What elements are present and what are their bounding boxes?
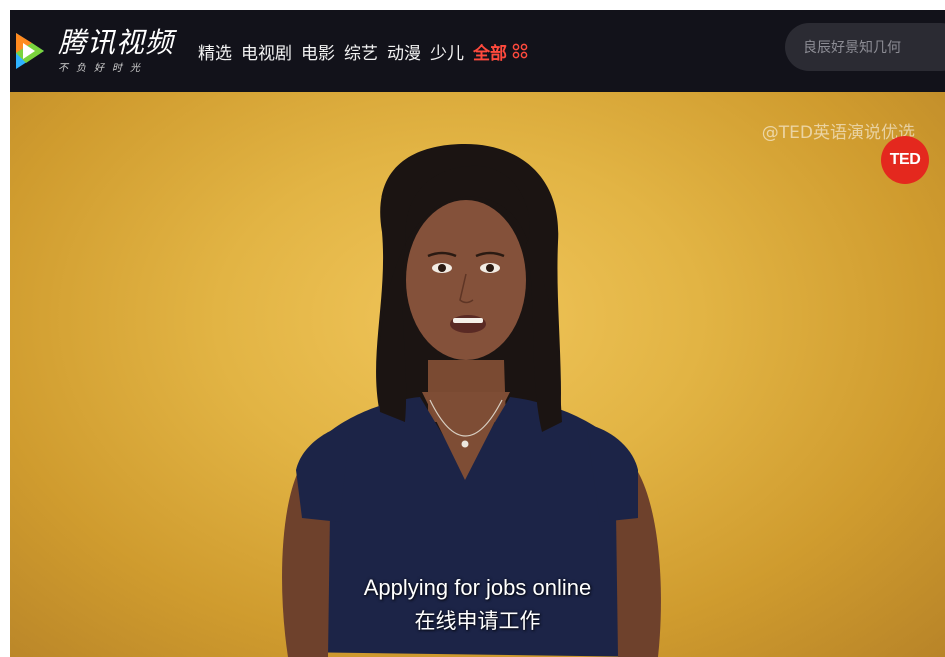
video-player[interactable]: @TED英语演说优选 TED Applying for jobs online … bbox=[10, 92, 945, 657]
logo[interactable]: 腾讯视频 不负好时光 bbox=[10, 10, 174, 92]
nav-item-kids[interactable]: 少儿 bbox=[430, 39, 464, 64]
top-nav-bar: 腾讯视频 不负好时光 精选 电视剧 电影 综艺 动漫 少儿 全部 良辰好景知几何 bbox=[10, 10, 945, 92]
nav-item-variety[interactable]: 综艺 bbox=[344, 39, 378, 64]
app-window: 腾讯视频 不负好时光 精选 电视剧 电影 综艺 动漫 少儿 全部 良辰好景知几何 bbox=[10, 10, 945, 657]
grid-dots-icon[interactable] bbox=[512, 43, 528, 59]
nav-item-anime[interactable]: 动漫 bbox=[387, 39, 421, 64]
subtitle-chinese: 在线申请工作 bbox=[414, 609, 541, 633]
speaker-video-frame bbox=[282, 144, 661, 657]
nav-item-featured[interactable]: 精选 bbox=[198, 39, 232, 64]
logo-slogan: 不负好时光 bbox=[58, 63, 148, 74]
subtitle-english: Applying for jobs online bbox=[363, 575, 592, 600]
nav-item-movies[interactable]: 电影 bbox=[301, 39, 335, 64]
logo-text: 腾讯视频 不负好时光 bbox=[58, 26, 175, 75]
tencent-video-logo-icon bbox=[16, 33, 44, 69]
main-nav: 精选 电视剧 电影 综艺 动漫 少儿 全部 bbox=[198, 39, 528, 64]
nav-item-tv-series[interactable]: 电视剧 bbox=[241, 39, 292, 64]
search-input[interactable]: 良辰好景知几何 bbox=[785, 23, 945, 71]
nav-item-all[interactable]: 全部 bbox=[473, 39, 507, 64]
subtitles: Applying for jobs online 在线申请工作 bbox=[10, 574, 945, 636]
ted-logo-badge: TED bbox=[881, 136, 929, 184]
search-placeholder: 良辰好景知几何 bbox=[803, 40, 901, 56]
logo-title: 腾讯视频 bbox=[58, 26, 175, 59]
